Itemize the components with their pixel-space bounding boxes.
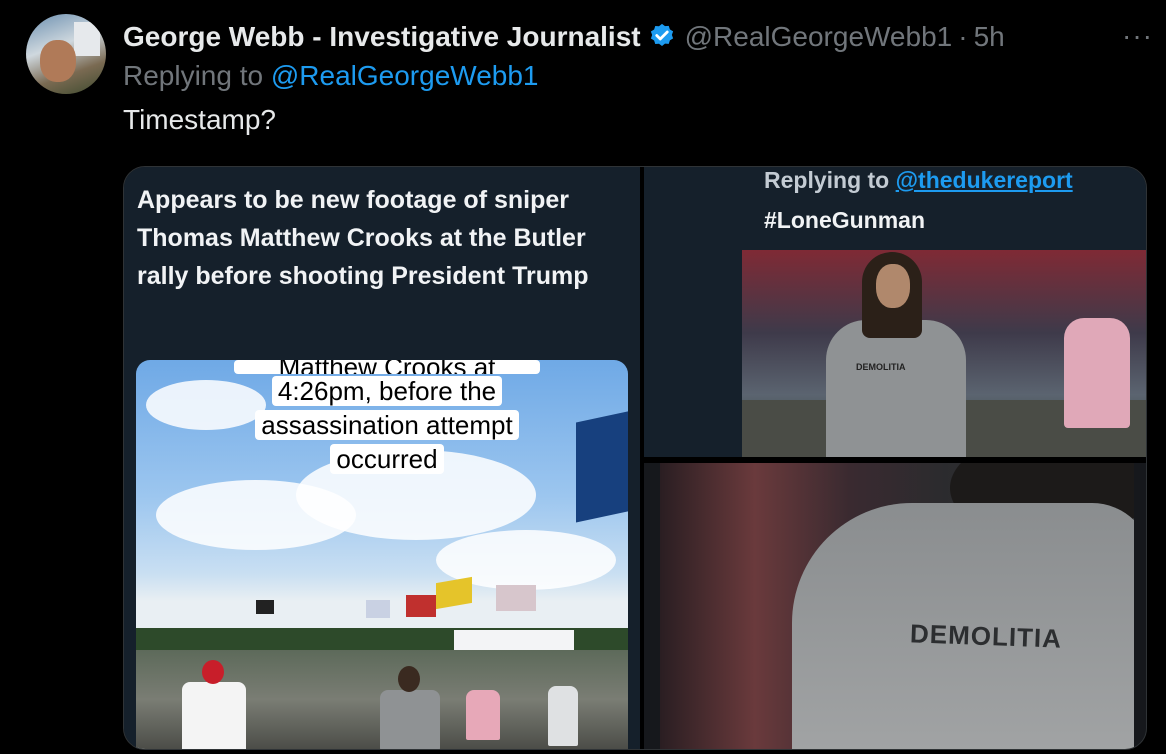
person-face: [876, 264, 910, 308]
verified-badge-icon: [650, 23, 673, 46]
person-head: [398, 666, 420, 692]
person-shirt: [826, 320, 966, 457]
author-handle[interactable]: @RealGeorgeWebb1: [685, 21, 953, 53]
separator-dot: ·: [958, 21, 968, 52]
embedded-tweet-left: Appears to be new footage of sniper Thom…: [124, 167, 640, 749]
replying-to: Replying to @RealGeorgeWebb1: [123, 60, 539, 92]
flag: [256, 600, 274, 614]
flag: [576, 407, 628, 523]
shirt-text: DEMOLITIA: [856, 362, 906, 372]
author-name[interactable]: George Webb - Investigative Journalist: [123, 21, 641, 53]
person-head: [202, 660, 224, 684]
embedded-replying-label: Replying to: [764, 167, 890, 193]
flag: [436, 576, 472, 610]
timestamp[interactable]: 5h: [974, 21, 1005, 53]
embedded-caption: Appears to be new footage of sniper Thom…: [137, 186, 589, 290]
person: [182, 682, 246, 749]
overlay-line-1: 4:26pm, before the: [271, 376, 503, 406]
embedded-hashtag: #LoneGunman: [764, 207, 926, 233]
rally-photo: DEMOLITIA: [742, 250, 1146, 457]
tweet-header: George Webb - Investigative Journalist @…: [123, 17, 1005, 57]
embedded-reply-mention: @thedukereport: [895, 167, 1073, 193]
embedded-tweet-right: Replying to @thedukereport #LoneGunman D…: [644, 167, 1146, 457]
more-icon[interactable]: ···: [1122, 20, 1153, 52]
overlay-line-2: assassination attempt: [255, 410, 519, 440]
rally-video-frame: Matthew Crooks at 4:26pm, before the ass…: [136, 360, 628, 749]
flag: [366, 600, 390, 618]
flag: [406, 595, 436, 617]
shirt-text-closeup: DEMOLITIA: [909, 618, 1063, 654]
embedded-replying-to: Replying to @thedukereport: [764, 167, 1073, 194]
closeup-photo: DEMOLITIA: [660, 463, 1134, 749]
overlay-line-3: occurred: [330, 444, 444, 474]
flag: [496, 585, 536, 611]
person-pink-shirt: [1064, 318, 1130, 428]
reply-mention-link[interactable]: @RealGeorgeWebb1: [271, 60, 539, 91]
overlay-line-cut: Matthew Crooks at: [234, 360, 540, 374]
media-image[interactable]: Appears to be new footage of sniper Thom…: [123, 166, 1147, 750]
video-caption-overlay: Matthew Crooks at 4:26pm, before the ass…: [234, 360, 540, 480]
replying-to-label: Replying to: [123, 60, 264, 91]
tweet-text: Timestamp?: [123, 104, 277, 135]
avatar-face: [40, 40, 76, 82]
person: [380, 690, 440, 749]
avatar[interactable]: [26, 14, 106, 94]
avatar-building: [74, 22, 100, 56]
person: [548, 686, 578, 746]
person: [466, 690, 500, 740]
